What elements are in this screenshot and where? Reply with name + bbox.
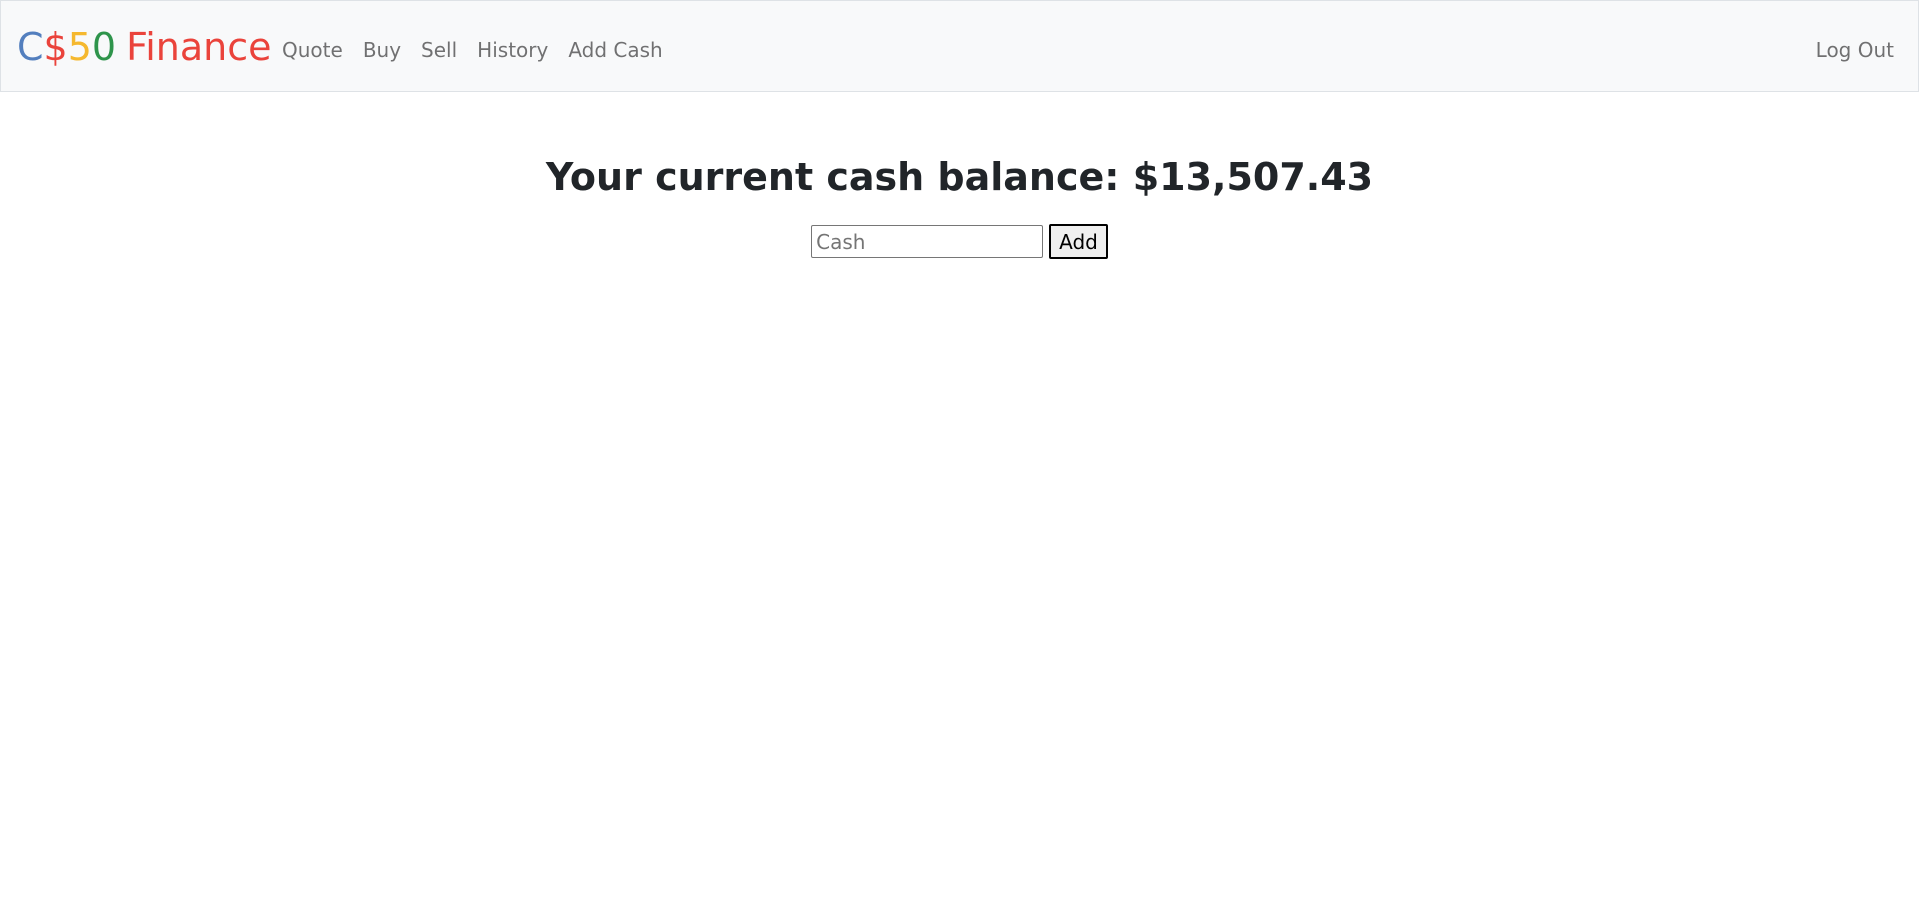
nav-item-history[interactable]: History (477, 35, 548, 65)
nav-item-buy[interactable]: Buy (363, 35, 401, 65)
cash-input[interactable] (811, 225, 1044, 258)
brand-letter-5: 5 (67, 25, 92, 69)
navbar: C$50 Finance Quote Buy Sell History Add C… (0, 0, 1919, 92)
add-button[interactable]: Add (1049, 224, 1108, 259)
nav-item-add-cash[interactable]: Add Cash (568, 35, 662, 65)
cash-balance-heading: Your current cash balance: $13,507.43 (545, 155, 1374, 199)
nav-right: Log Out (1816, 35, 1894, 65)
nav-item-quote[interactable]: Quote (282, 35, 343, 65)
nav-menu: Quote Buy Sell History Add Cash (282, 35, 683, 65)
brand-letter-0: 0 (91, 25, 117, 69)
nav-item-sell[interactable]: Sell (421, 35, 457, 65)
brand-word-finance: Finance (126, 25, 272, 69)
brand-logo-link[interactable]: C$50 Finance (17, 23, 272, 71)
logout-link[interactable]: Log Out (1816, 38, 1894, 62)
brand-letter-dollar: $ (43, 25, 68, 69)
add-cash-form: Add (0, 224, 1919, 259)
brand-letter-c: C (17, 25, 44, 69)
